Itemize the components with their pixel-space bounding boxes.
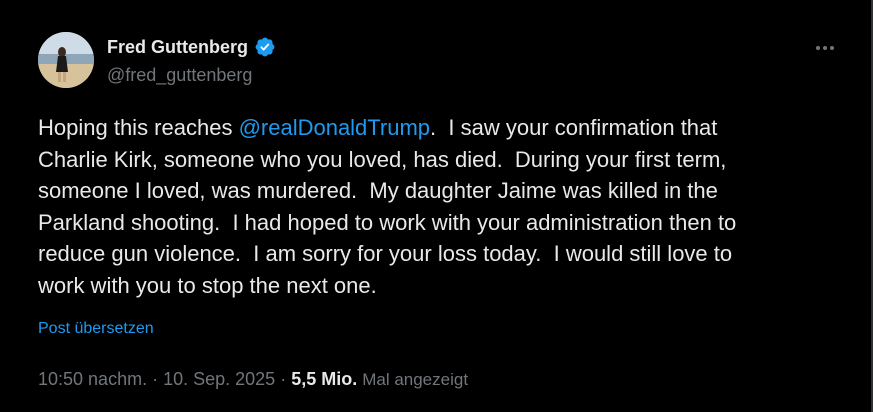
view-count[interactable]: 5,5 Mio.: [291, 367, 357, 391]
author-handle[interactable]: @fred_guttenberg: [107, 63, 252, 87]
tweet-meta: 10:50 nachm. · 10. Sep. 2025 · 5,5 Mio. …: [38, 367, 468, 392]
tweet-card: Fred Guttenberg @fred_guttenberg Hoping …: [0, 0, 873, 412]
tweet-text-segment: Hoping this reaches: [38, 115, 239, 140]
avatar[interactable]: [38, 32, 94, 88]
meta-separator: ·: [280, 369, 287, 389]
profile-photo-icon: [38, 32, 94, 88]
meta-separator: ·: [152, 369, 159, 389]
tweet-text-segment: . I saw your confirmation that Charlie K…: [38, 115, 737, 298]
verified-badge-icon[interactable]: [254, 36, 276, 58]
author-name-row[interactable]: Fred Guttenberg: [107, 35, 276, 59]
tweet-time[interactable]: 10:50 nachm.: [38, 367, 147, 391]
more-horizontal-icon[interactable]: [813, 38, 837, 58]
tweet-date[interactable]: 10. Sep. 2025: [163, 367, 275, 391]
author-display-name[interactable]: Fred Guttenberg: [107, 35, 248, 59]
tweet-text: Hoping this reaches @realDonaldTrump. I …: [38, 112, 848, 301]
mention-link[interactable]: @realDonaldTrump: [239, 115, 430, 140]
translate-post-link[interactable]: Post übersetzen: [38, 319, 154, 339]
view-count-label: Mal angezeigt: [362, 370, 469, 389]
